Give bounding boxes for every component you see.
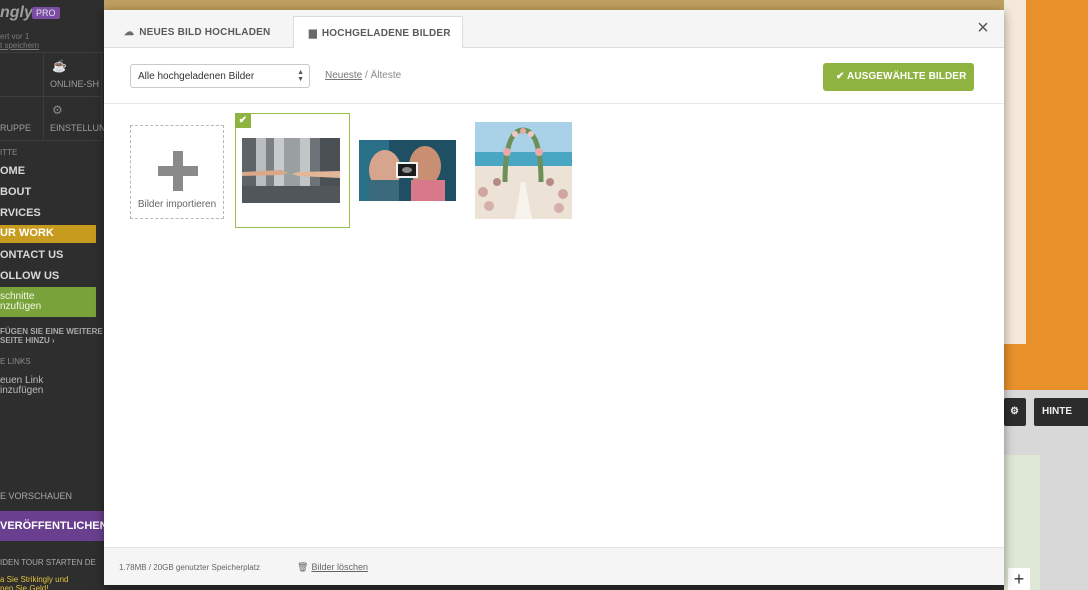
hands-image: [242, 138, 340, 203]
publish-button[interactable]: VERÖFFENTLICHEN: [0, 511, 104, 541]
sort-separator: /: [362, 70, 371, 81]
sort-newest-link[interactable]: Neueste: [325, 70, 362, 81]
pro-badge: PRO: [32, 7, 60, 19]
tab-label: NEUES BILD HOCHLADEN: [139, 27, 271, 38]
check-icon: ✔: [836, 71, 845, 82]
sidebar-item-contact[interactable]: ONTACT US: [0, 249, 63, 261]
sidebar-item-services[interactable]: RVICES: [0, 207, 41, 219]
modal-header: ☁ NEUES BILD HOCHLADEN ▆ HOCHGELADENE BILD…: [104, 10, 1004, 49]
tile-grid[interactable]: [0, 53, 44, 97]
import-label: Bilder importieren: [137, 199, 217, 210]
background-button-label: HINTE: [1042, 406, 1072, 417]
import-images-button[interactable]: Bilder importieren: [130, 125, 224, 219]
image-thumb-wedding[interactable]: [475, 122, 572, 219]
trash-icon: 🗑: [297, 562, 309, 572]
map-zoom-in-button[interactable]: +: [1008, 568, 1030, 590]
editor-sidebar: ngly PRO ert vor 1t speichern ☕ ONLINE-SH…: [0, 0, 104, 590]
wedding-image: [475, 122, 572, 219]
background-button[interactable]: HINTE: [1034, 398, 1088, 426]
select-arrows-icon: ▲ ▼: [297, 69, 304, 83]
tab-label: HOCHGELADENE BILDER: [321, 28, 451, 39]
links-heading: E LINKS: [0, 357, 31, 366]
tile-label: ONLINE-SH: [50, 79, 100, 89]
gear-icon: ⚙: [52, 103, 63, 117]
plus-icon: [158, 151, 198, 191]
storage-usage: 1.78MB / 20GB genutzter Speicherplatz: [119, 563, 260, 572]
bottom-links[interactable]: IDEN TOUR STARTEN DE: [0, 558, 96, 567]
folder-icon: ▆: [309, 28, 317, 39]
preview-button[interactable]: E VORSCHAUEN: [0, 491, 72, 501]
promo-text: a Sie Strikingly und nen Sie Geld!: [0, 575, 69, 590]
tab-uploaded-images[interactable]: ▆ HOCHGELADENE BILDER: [293, 16, 463, 49]
sort-controls: Neueste / Älteste: [325, 70, 401, 81]
sidebar-tiles: ☕ ONLINE-SH RUPPE ⚙ EINSTELLUN: [0, 52, 104, 141]
sidebar-item-about[interactable]: BOUT: [0, 186, 31, 198]
delete-images-link[interactable]: Bilder löschen: [311, 562, 368, 572]
cloud-upload-icon: ☁: [124, 27, 135, 38]
add-link-button[interactable]: euen Link inzufügen: [0, 376, 43, 396]
delete-images-control: 🗑 Bilder löschen: [297, 562, 368, 573]
sidebar-item-home[interactable]: OME: [0, 165, 25, 177]
sidebar-item-follow[interactable]: OLLOW US: [0, 270, 59, 282]
tile-settings[interactable]: ⚙ EINSTELLUN: [44, 97, 104, 141]
tile-online-shop[interactable]: ☕ ONLINE-SH: [44, 53, 102, 97]
check-icon: ✔: [235, 113, 251, 128]
settings-gear-button[interactable]: ⚙: [1004, 398, 1026, 426]
saved-note: ert vor 1t speichern: [0, 32, 40, 50]
add-page-link[interactable]: FÜGEN SIE EINE WEITERE SEITE HINZU ›: [0, 327, 103, 345]
tile-label: EINSTELLUN: [50, 123, 104, 133]
canvas-orange-area: [1004, 0, 1088, 390]
sidebar-item-our-work[interactable]: UR WORK: [0, 225, 96, 243]
tab-upload-new[interactable]: ☁ NEUES BILD HOCHLADEN: [124, 16, 284, 49]
couple-image: [359, 140, 456, 201]
modal-toolbar: Alle hochgeladenen Bilder ▲ ▼ Neueste / Ä…: [104, 49, 1004, 104]
canvas-panel: [1004, 0, 1026, 344]
image-grid: Bilder importieren ✔: [104, 105, 1004, 545]
image-filter-select[interactable]: Alle hochgeladenen Bilder ▲ ▼: [130, 64, 310, 88]
tile-group[interactable]: RUPPE: [0, 97, 44, 141]
close-icon[interactable]: ×: [974, 18, 992, 38]
shop-icon: ☕: [52, 59, 67, 73]
logo: ngly: [0, 4, 33, 21]
image-upload-modal: ☁ NEUES BILD HOCHLADEN ▆ HOCHGELADENE BILD…: [104, 10, 1004, 585]
modal-footer: 1.78MB / 20GB genutzter Speicherplatz 🗑 B…: [104, 547, 1004, 585]
button-label: AUSGEWÄHLTE BILDER: [847, 71, 967, 82]
image-thumb-couple[interactable]: [359, 140, 456, 201]
filter-value: Alle hochgeladenen Bilder: [138, 71, 255, 82]
canvas-top-strip: [104, 0, 1004, 10]
add-section-button[interactable]: schnitte nzufügen: [0, 287, 96, 317]
sort-oldest-link[interactable]: Älteste: [371, 70, 402, 81]
tile-label: RUPPE: [0, 123, 32, 133]
use-selected-images-button[interactable]: ✔ AUSGEWÄHLTE BILDER: [823, 63, 974, 91]
sections-heading: ITTE: [0, 148, 18, 157]
image-thumb-hands[interactable]: [242, 138, 340, 203]
